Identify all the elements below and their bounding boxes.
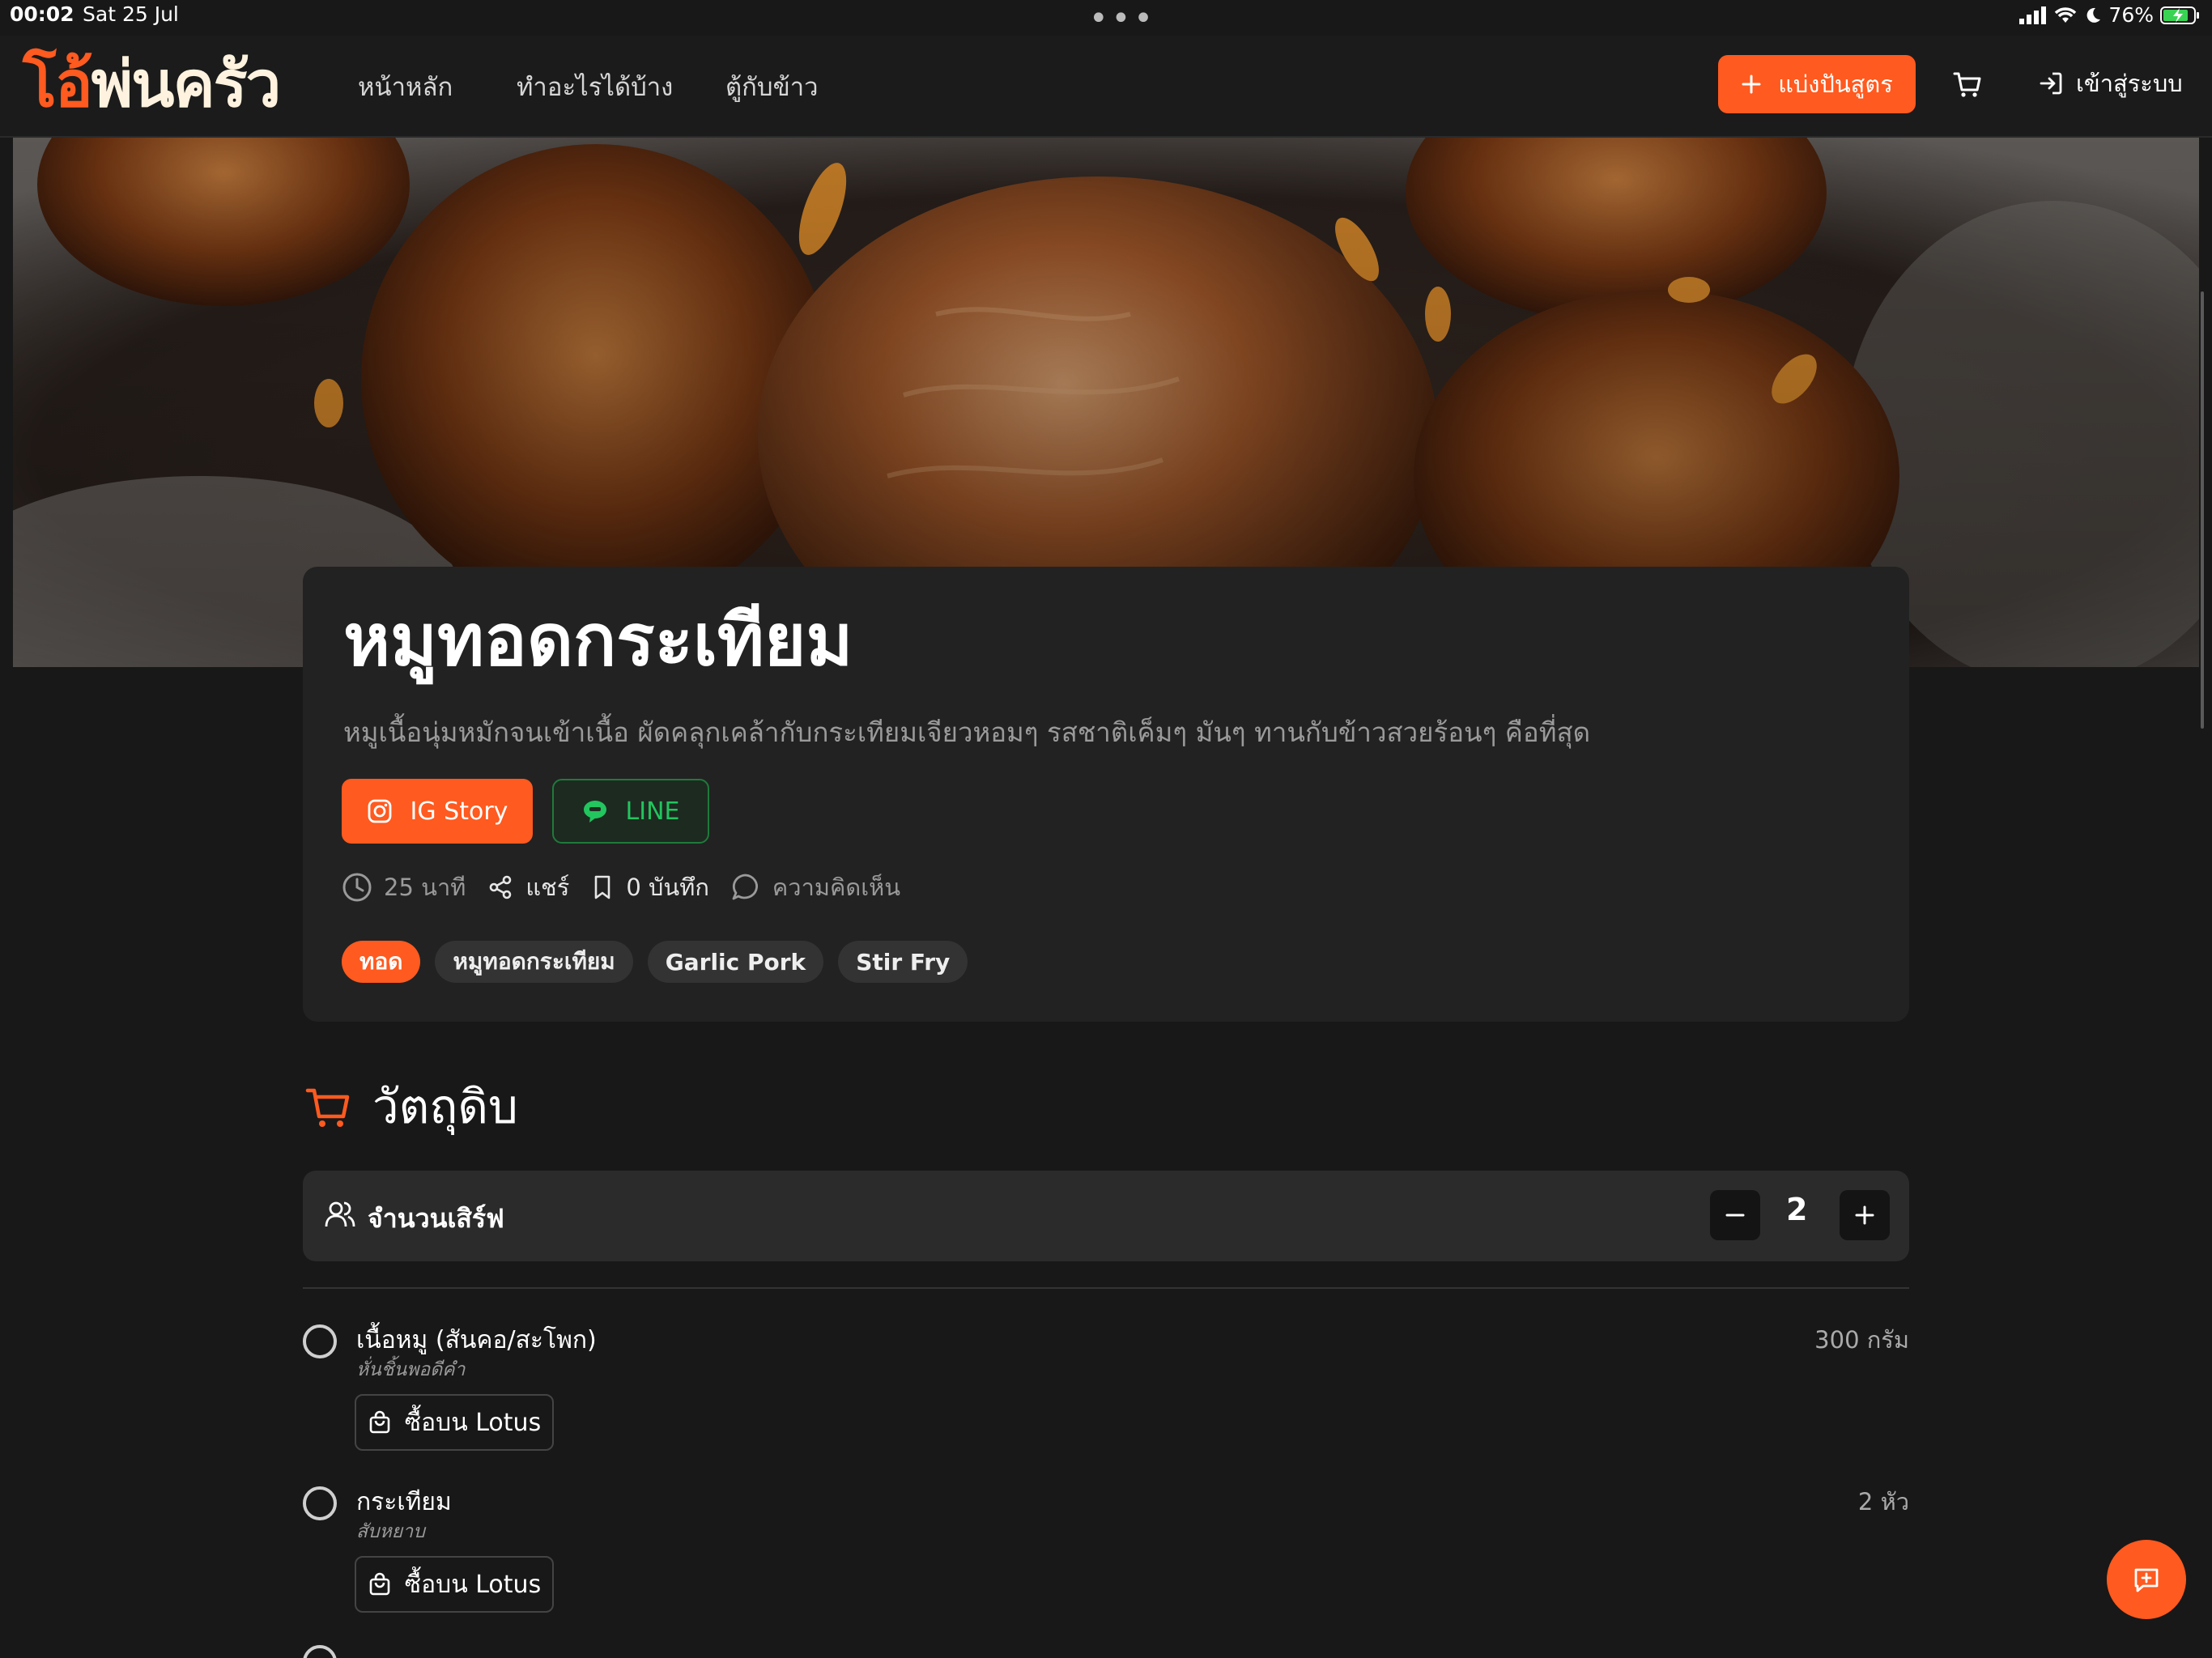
share-action[interactable]: แชร์	[487, 869, 569, 906]
status-date: Sat 25 Jul	[83, 2, 179, 26]
ingredient-amount: 2 หัว	[1857, 1488, 1909, 1516]
login-button[interactable]: เข้าสู่ระบบ	[2037, 65, 2183, 102]
share-recipe-label: แบ่งปันสูตร	[1778, 70, 1893, 98]
servings-bar: จำนวนเสิร์ฟ 2	[303, 1171, 1909, 1261]
chat-plus-icon	[2132, 1565, 2161, 1594]
ingredient-amount: 300 กรัม	[1814, 1326, 1909, 1354]
buy-on-lotus-button[interactable]: ซื้อบน Lotus	[355, 1556, 554, 1613]
top-navbar: โอ้พ่นครัว หน้าหลัก ทำอะไรได้บ้าง ตู้กับ…	[0, 36, 2212, 138]
page-scrollbar[interactable]	[2201, 291, 2204, 729]
save-count: 0 บันทึก	[626, 874, 709, 901]
login-label: เข้าสู่ระบบ	[2076, 70, 2183, 97]
login-icon	[2037, 70, 2065, 97]
shopping-bag-icon	[368, 1410, 392, 1435]
decrease-servings-button[interactable]	[1710, 1190, 1760, 1240]
ig-story-label: IG Story	[410, 797, 508, 826]
nav-link-home[interactable]: หน้าหลัก	[358, 66, 453, 107]
ingredient-note: หั่นชิ้นพอดีคำ	[356, 1359, 466, 1380]
share-label: แชร์	[525, 874, 570, 901]
recipe-tags: ทอด หมูทอดกระเทียม Garlic Pork Stir Fry	[342, 941, 968, 983]
chat-fab-button[interactable]	[2107, 1540, 2186, 1619]
tag-chip[interactable]: Stir Fry	[838, 941, 968, 983]
logo-part-2: พ่นครัว	[91, 49, 282, 121]
cart-icon[interactable]	[1950, 66, 1985, 102]
recipe-description: หมูเนื้อนุ่มหมักจนเข้าเนื้อ ผัดคลุกเคล้า…	[343, 716, 1591, 748]
share-icon	[487, 874, 514, 901]
cook-time: 25 นาที	[342, 869, 466, 906]
ingredient-name: เนื้อหมู (สันคอ/สะโพก)	[356, 1326, 597, 1354]
line-icon	[582, 798, 608, 824]
clock-icon	[342, 872, 372, 903]
servings-label: จำนวนเสิร์ฟ	[368, 1203, 504, 1234]
status-time: 00:02	[10, 2, 74, 26]
share-line-button[interactable]: LINE	[552, 779, 709, 844]
save-action[interactable]: 0 บันทึก	[590, 869, 709, 906]
users-icon	[324, 1198, 356, 1231]
battery-charging-icon	[2160, 6, 2201, 25]
wifi-icon	[2053, 6, 2078, 24]
recipe-title: หมูทอดกระเทียม	[343, 598, 853, 682]
ingredient-name: กระเทียม	[356, 1488, 452, 1516]
tag-chip[interactable]: หมูทอดกระเทียม	[435, 941, 633, 983]
buy-on-lotus-button[interactable]: ซื้อบน Lotus	[355, 1394, 554, 1451]
buy-on-lotus-label: ซื้อบน Lotus	[404, 1408, 542, 1437]
ingredient-checkbox[interactable]	[303, 1486, 337, 1520]
shopping-cart-icon	[303, 1081, 355, 1133]
comment-icon	[730, 872, 761, 903]
bookmark-icon	[590, 874, 615, 901]
status-indicators: 76%	[2019, 3, 2201, 27]
nav-link-what-to-cook[interactable]: ทำอะไรได้บ้าง	[517, 66, 673, 107]
shopping-bag-icon	[368, 1572, 392, 1596]
nav-link-pantry[interactable]: ตู้กับข้าว	[725, 66, 819, 107]
share-ig-story-button[interactable]: IG Story	[342, 779, 533, 844]
comments-label: ความคิดเห็น	[772, 874, 901, 901]
brand-logo[interactable]: โอ้พ่นครัว	[23, 49, 282, 121]
ingredients-header: วัตถุดิบ	[303, 1069, 518, 1144]
recipe-summary-card: หมูทอดกระเทียม หมูเนื้อนุ่มหมักจนเข้าเนื…	[303, 567, 1909, 1022]
ingredient-row-partial	[303, 1645, 1909, 1658]
tag-chip[interactable]: ทอด	[342, 941, 421, 983]
status-bar: 00:02 Sat 25 Jul ••• 76%	[0, 0, 2212, 36]
multitasking-dots-icon[interactable]: •••	[1089, 2, 1156, 35]
instagram-icon	[367, 798, 393, 824]
ingredient-note: สับหยาบ	[356, 1521, 425, 1542]
recipe-meta: 25 นาที แชร์ 0 บันทึก ความคิดเห็น	[342, 868, 921, 907]
line-label: LINE	[625, 797, 680, 826]
plus-icon	[1741, 74, 1762, 95]
increase-servings-button[interactable]	[1840, 1190, 1890, 1240]
ingredient-checkbox[interactable]	[303, 1324, 337, 1358]
battery-percent: 76%	[2108, 3, 2154, 27]
signal-icon	[2019, 6, 2047, 24]
ingredient-checkbox[interactable]	[303, 1645, 337, 1658]
logo-part-1: โอ้	[23, 49, 93, 121]
comments-action[interactable]: ความคิดเห็น	[730, 869, 900, 906]
buy-on-lotus-label: ซื้อบน Lotus	[404, 1570, 542, 1599]
divider	[303, 1287, 1909, 1289]
cook-time-value: 25 นาที	[384, 874, 466, 901]
moon-icon	[2084, 6, 2102, 24]
share-recipe-button[interactable]: แบ่งปันสูตร	[1718, 55, 1916, 113]
servings-count: 2	[1786, 1192, 1808, 1227]
ingredients-title: วัตถุดิบ	[372, 1079, 518, 1134]
tag-chip[interactable]: Garlic Pork	[647, 941, 824, 983]
